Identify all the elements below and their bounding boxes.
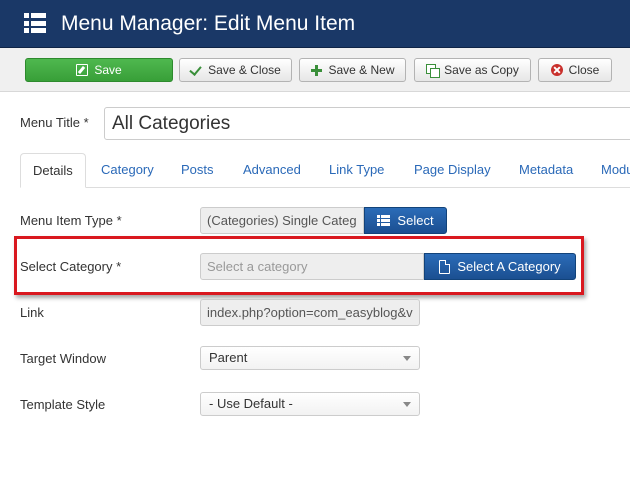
save-as-copy-button-label: Save as Copy [444, 63, 519, 77]
list-icon [24, 13, 46, 33]
template-style-select[interactable]: - Use Default - [200, 392, 420, 416]
save-button[interactable]: Save [25, 58, 173, 82]
select-button-label: Select [397, 213, 434, 228]
menu-item-type-label: Menu Item Type * [20, 213, 122, 228]
link-label: Link [20, 305, 44, 320]
select-category-field: Select a category [200, 253, 424, 280]
toolbar: Save Save & Close Save & New Save as Cop… [0, 48, 630, 92]
close-icon [550, 64, 563, 76]
template-style-label: Template Style [20, 397, 106, 412]
edit-icon [76, 64, 89, 76]
select-a-category-label: Select A Category [457, 259, 561, 274]
save-new-button-label: Save & New [328, 63, 395, 77]
select-category-label: Select Category * [20, 259, 122, 274]
target-window-label: Target Window [20, 351, 106, 366]
close-button-label: Close [568, 63, 600, 77]
tab-category[interactable]: Category [101, 153, 154, 188]
target-window-select[interactable]: Parent [200, 346, 420, 370]
save-as-copy-button[interactable]: Save as Copy [414, 58, 531, 82]
tab-metadata[interactable]: Metadata [519, 153, 573, 188]
file-icon [439, 259, 451, 274]
list-icon [377, 215, 391, 226]
tab-posts[interactable]: Posts [181, 153, 214, 188]
page-title: Menu Manager: Edit Menu Item [61, 12, 356, 35]
template-style-value: - Use Default - [209, 396, 293, 411]
chevron-down-icon [403, 402, 411, 407]
plus-icon [310, 64, 323, 76]
tab-page-display[interactable]: Page Display [414, 153, 491, 188]
copy-icon [426, 64, 441, 78]
menu-title-input[interactable]: All Categories [104, 107, 630, 140]
save-button-label: Save [94, 63, 122, 77]
tab-bar: Details Category Posts Advanced Link Typ… [20, 153, 630, 188]
chevron-down-icon [403, 356, 411, 361]
tab-details[interactable]: Details [20, 153, 86, 188]
check-icon [190, 64, 202, 76]
target-window-value: Parent [209, 350, 248, 365]
save-new-button[interactable]: Save & New [299, 58, 406, 82]
link-field: index.php?option=com_easyblog&v [200, 299, 420, 326]
select-a-category-button[interactable]: Select A Category [424, 253, 576, 280]
tab-link-type[interactable]: Link Type [329, 153, 384, 188]
menu-title-label: Menu Title * [20, 115, 89, 130]
close-button[interactable]: Close [538, 58, 612, 82]
select-menu-item-type-button[interactable]: Select [364, 207, 447, 234]
menu-item-type-field: (Categories) Single Categ [200, 207, 364, 234]
page-header: Menu Manager: Edit Menu Item [0, 0, 630, 48]
tab-advanced[interactable]: Advanced [243, 153, 301, 188]
tab-module[interactable]: Modu [601, 153, 630, 188]
save-close-button[interactable]: Save & Close [179, 58, 292, 82]
save-close-button-label: Save & Close [208, 63, 281, 77]
